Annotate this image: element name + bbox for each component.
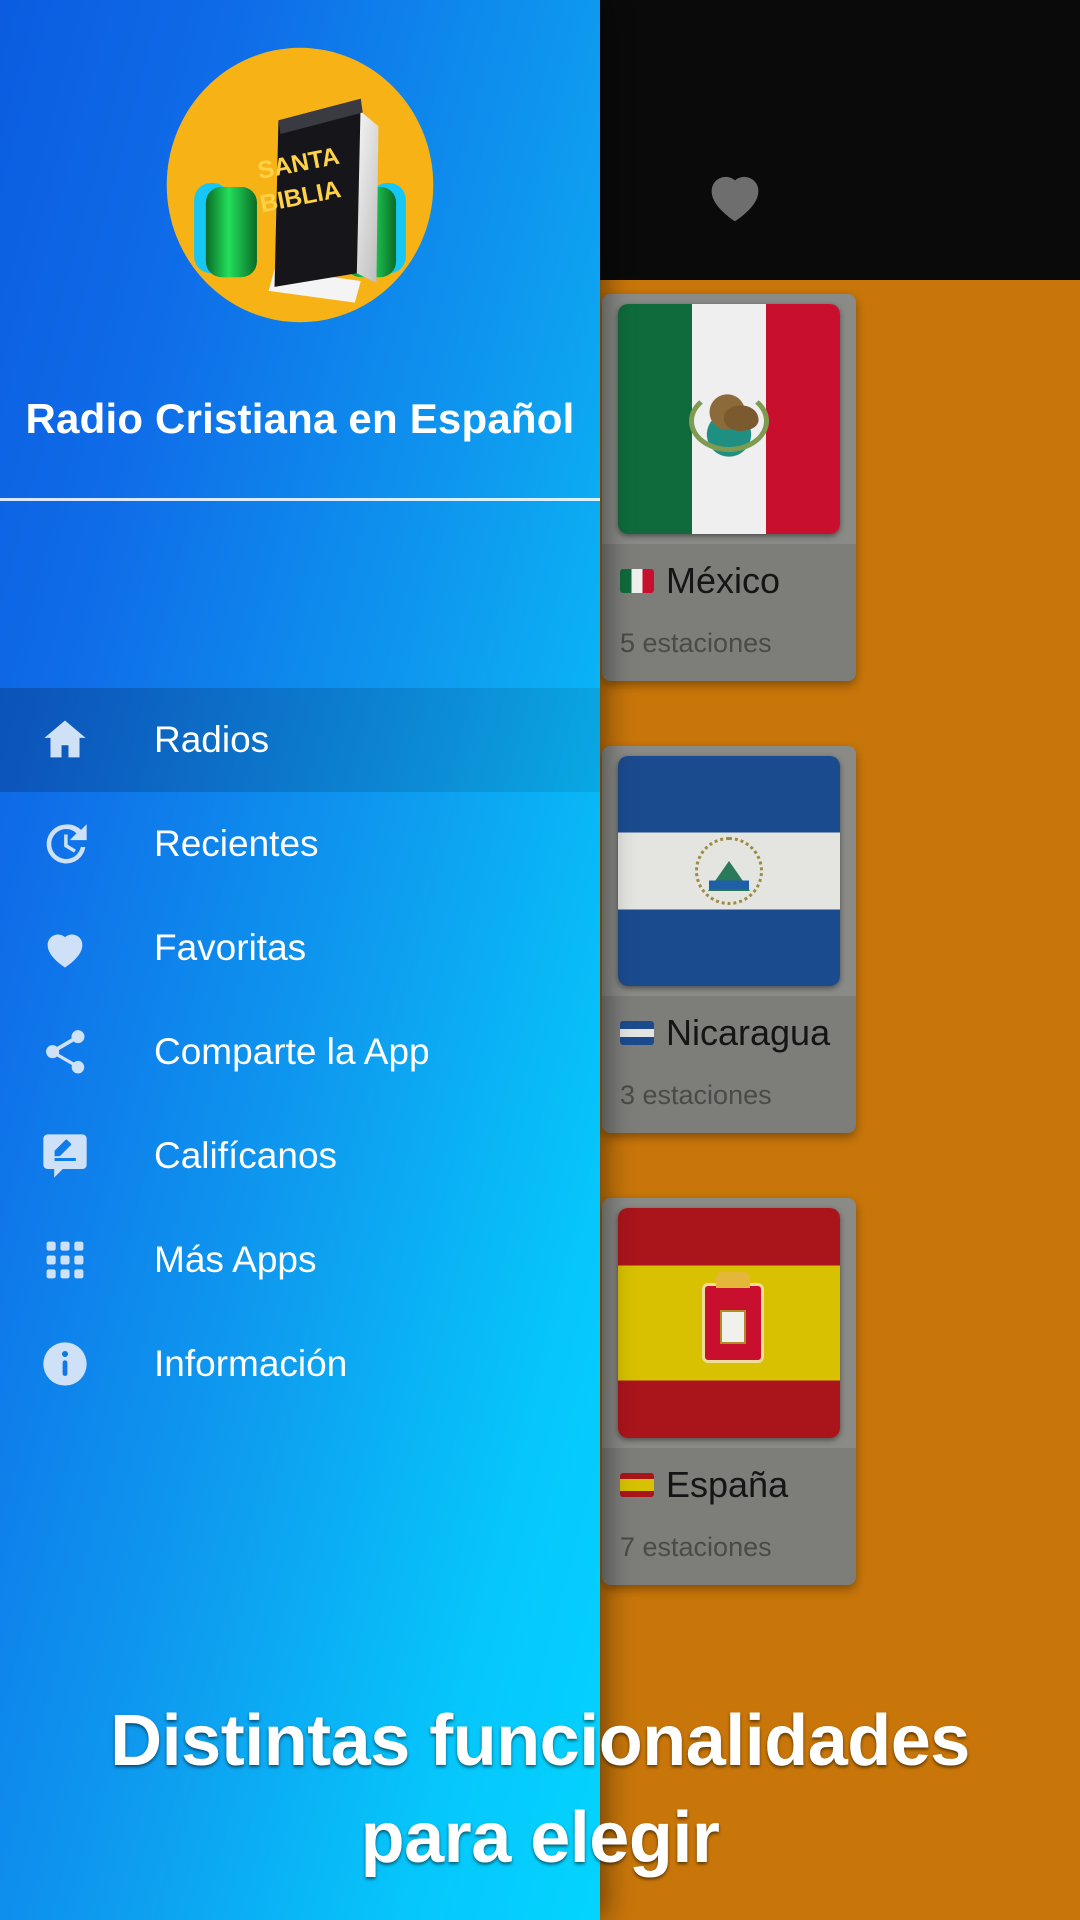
flag-thumbnail <box>602 746 856 996</box>
history-icon <box>34 813 96 875</box>
card-meta: México 5 estaciones <box>602 544 856 681</box>
country-name: Nicaragua <box>666 1012 831 1053</box>
flag-es-icon <box>620 1473 654 1497</box>
station-count: 3 estaciones <box>620 1080 772 1110</box>
sidebar-item-label: Recientes <box>154 823 319 864</box>
sidebar-item-label: Radios <box>154 719 270 760</box>
country-name-row: España <box>620 1464 838 1506</box>
rate-review-icon <box>34 1125 96 1187</box>
apps-grid-icon <box>34 1229 96 1291</box>
sidebar-item-label: Más Apps <box>154 1239 317 1280</box>
sidebar-item-recientes[interactable]: Recientes <box>0 792 600 896</box>
home-icon <box>34 709 96 771</box>
app-logo-icon: SANTA BIBLIA <box>153 38 447 332</box>
flag-mx-icon <box>620 569 654 593</box>
station-count: 5 estaciones <box>620 628 772 658</box>
heart-icon <box>34 917 96 979</box>
sidebar-item-label: Información <box>154 1343 348 1384</box>
country-card-mexico[interactable]: México 5 estaciones <box>602 294 856 681</box>
country-card-nicaragua[interactable]: Nicaragua 3 estaciones <box>602 746 856 1133</box>
station-count: 7 estaciones <box>620 1532 772 1562</box>
country-name-row: Nicaragua <box>620 1012 838 1054</box>
heart-icon[interactable] <box>700 160 770 230</box>
flag-ni-icon <box>620 1021 654 1045</box>
card-meta: Nicaragua 3 estaciones <box>602 996 856 1133</box>
country-name: México <box>666 560 781 601</box>
sidebar-item-informacion[interactable]: Información <box>0 1312 600 1416</box>
card-meta: España 7 estaciones <box>602 1448 856 1585</box>
sidebar-item-radios[interactable]: Radios <box>0 688 600 792</box>
navigation-drawer[interactable]: SANTA BIBLIA Radio Cristiana en Español … <box>0 0 600 1920</box>
country-card-espana[interactable]: España 7 estaciones <box>602 1198 856 1585</box>
country-name-row: México <box>620 560 838 602</box>
sidebar-item-mas-apps[interactable]: Más Apps <box>0 1208 600 1312</box>
flag-thumbnail <box>602 1198 856 1448</box>
sidebar-item-calificanos[interactable]: Califícanos <box>0 1104 600 1208</box>
drawer-header: SANTA BIBLIA Radio Cristiana en Español <box>0 0 600 501</box>
info-icon <box>34 1333 96 1395</box>
sidebar-item-label: Califícanos <box>154 1135 338 1176</box>
drawer-divider <box>0 498 600 501</box>
flag-thumbnail <box>602 294 856 544</box>
sidebar-item-label: Favoritas <box>154 927 307 968</box>
drawer-app-title: Radio Cristiana en Español <box>25 395 575 442</box>
share-icon <box>34 1021 96 1083</box>
sidebar-item-comparte-la-app[interactable]: Comparte la App <box>0 1000 600 1104</box>
drawer-menu[interactable]: Radios Recientes Favoritas Comparte la A… <box>0 688 600 1416</box>
sidebar-item-favoritas[interactable]: Favoritas <box>0 896 600 1000</box>
country-name: España <box>666 1464 789 1505</box>
sidebar-item-label: Comparte la App <box>154 1031 430 1072</box>
